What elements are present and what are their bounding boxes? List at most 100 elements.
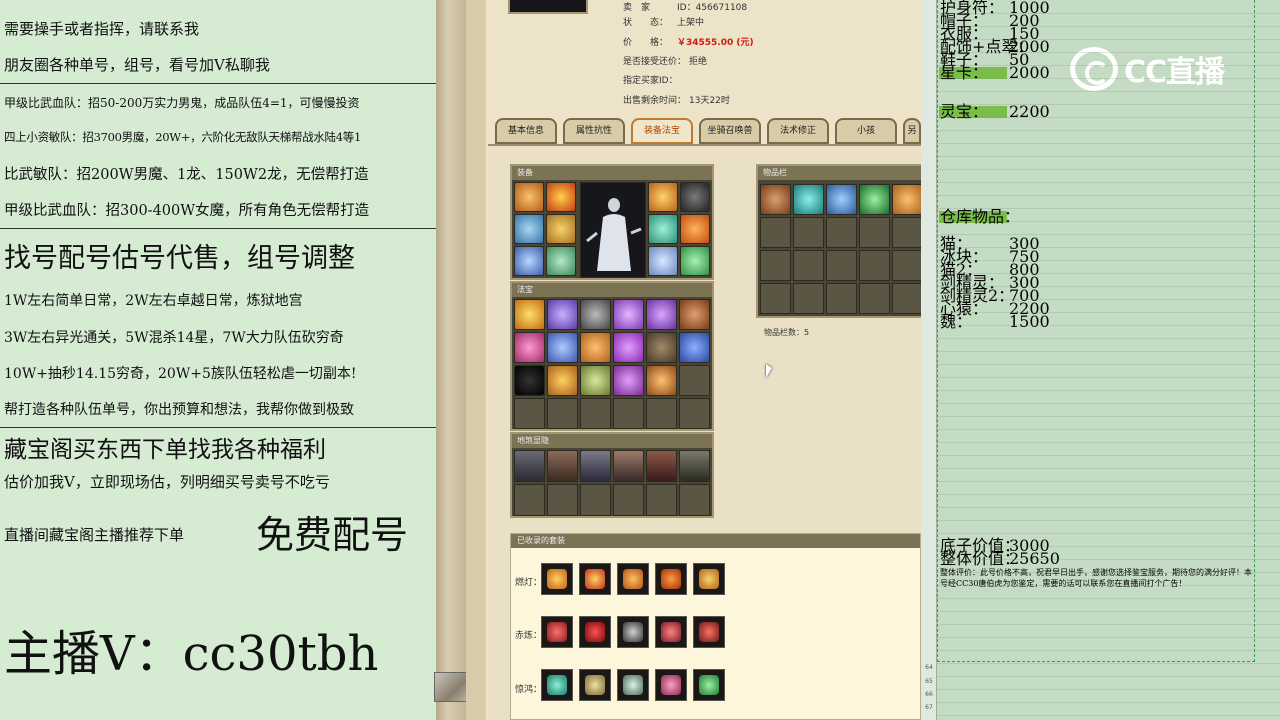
inventory-slot-empty[interactable] <box>793 250 824 281</box>
suit-item[interactable] <box>617 616 649 648</box>
equip-slot[interactable] <box>680 214 710 244</box>
fabao-slot-empty[interactable] <box>646 398 677 429</box>
suit-items <box>541 669 725 701</box>
panel-title: 已收录的套装 <box>511 534 920 548</box>
inventory-slot[interactable] <box>892 184 923 215</box>
suit-item[interactable] <box>579 563 611 595</box>
inventory-slot-empty[interactable] <box>826 217 857 248</box>
card-slot[interactable] <box>547 450 578 482</box>
sheet-gridline <box>937 676 1280 677</box>
fabao-slot[interactable] <box>679 299 710 330</box>
suit-item[interactable] <box>693 616 725 648</box>
row-number: 64 <box>925 664 933 671</box>
fabao-slot[interactable] <box>646 299 677 330</box>
suit-items <box>541 616 725 648</box>
fabao-slot[interactable] <box>613 299 644 330</box>
card-slot-empty[interactable] <box>547 484 578 516</box>
card-slot[interactable] <box>514 450 545 482</box>
inventory-slot-empty[interactable] <box>892 217 923 248</box>
equip-slot[interactable] <box>514 214 544 244</box>
card-slot-empty[interactable] <box>646 484 677 516</box>
inventory-slot-empty[interactable] <box>760 283 791 314</box>
fabao-slot[interactable] <box>514 365 545 396</box>
equip-slot[interactable] <box>514 182 544 212</box>
inventory-slot-empty[interactable] <box>826 283 857 314</box>
equip-slot[interactable] <box>680 182 710 212</box>
equip-slot[interactable] <box>514 246 544 276</box>
inventory-slot-empty[interactable] <box>859 250 890 281</box>
fabao-slot[interactable] <box>580 299 611 330</box>
fabao-slot-empty[interactable] <box>514 398 545 429</box>
suit-item[interactable] <box>693 669 725 701</box>
inventory-slot[interactable] <box>793 184 824 215</box>
card-slot[interactable] <box>679 450 710 482</box>
fabao-slot[interactable] <box>679 332 710 363</box>
sheet-gridline <box>937 325 1280 326</box>
inventory-slot[interactable] <box>760 184 791 215</box>
tab-mounts[interactable]: 坐骑召唤兽 <box>699 118 761 144</box>
inventory-slot-empty[interactable] <box>859 217 890 248</box>
suit-item[interactable] <box>617 669 649 701</box>
inventory-slot-empty[interactable] <box>892 250 923 281</box>
fabao-slot[interactable] <box>514 299 545 330</box>
card-slot-empty[interactable] <box>514 484 545 516</box>
suit-item[interactable] <box>617 563 649 595</box>
fabao-slot-empty[interactable] <box>679 365 710 396</box>
inventory-slot-empty[interactable] <box>859 283 890 314</box>
inventory-slot-empty[interactable] <box>826 250 857 281</box>
fabao-slot[interactable] <box>547 365 578 396</box>
equip-slot[interactable] <box>680 246 710 276</box>
fabao-slot-empty[interactable] <box>580 398 611 429</box>
tab-basic-info[interactable]: 基本信息 <box>495 118 557 144</box>
tab-attributes[interactable]: 属性抗性 <box>563 118 625 144</box>
suit-item[interactable] <box>655 563 687 595</box>
equipment-right-slots <box>648 182 710 276</box>
fabao-slot[interactable] <box>580 365 611 396</box>
fabao-slot[interactable] <box>547 299 578 330</box>
fabao-slot[interactable] <box>580 332 611 363</box>
inventory-slot[interactable] <box>826 184 857 215</box>
fabao-slot[interactable] <box>646 332 677 363</box>
card-slot[interactable] <box>613 450 644 482</box>
card-slot-empty[interactable] <box>580 484 611 516</box>
tab-child[interactable]: 小孩 <box>835 118 897 144</box>
suit-item[interactable] <box>579 669 611 701</box>
inventory-slot-empty[interactable] <box>793 217 824 248</box>
sheet-gridline <box>937 559 1280 560</box>
suit-item[interactable] <box>693 563 725 595</box>
suit-item[interactable] <box>655 669 687 701</box>
equip-slot[interactable] <box>546 214 576 244</box>
fabao-slot[interactable] <box>613 365 644 396</box>
card-slot-empty[interactable] <box>613 484 644 516</box>
card-slot[interactable] <box>646 450 677 482</box>
inventory-slot[interactable] <box>859 184 890 215</box>
tab-equipment[interactable]: 装备法宝 <box>631 118 693 144</box>
equip-slot[interactable] <box>546 246 576 276</box>
suit-item[interactable] <box>541 563 573 595</box>
equip-slot[interactable] <box>546 182 576 212</box>
inventory-slot-empty[interactable] <box>760 217 791 248</box>
fabao-slot-empty[interactable] <box>547 398 578 429</box>
fabao-slot[interactable] <box>646 365 677 396</box>
suit-item[interactable] <box>655 616 687 648</box>
inventory-slot-empty[interactable] <box>793 283 824 314</box>
inventory-slot-empty[interactable] <box>892 283 923 314</box>
fabao-slot[interactable] <box>613 332 644 363</box>
screen: { "overlay": { "lines": [ "需要操手或者指挥，请联系我… <box>0 0 1280 720</box>
fabao-slot-empty[interactable] <box>679 398 710 429</box>
equip-slot[interactable] <box>648 246 678 276</box>
fabao-slot-empty[interactable] <box>613 398 644 429</box>
card-slot-empty[interactable] <box>679 484 710 516</box>
fabao-slot[interactable] <box>514 332 545 363</box>
card-slot[interactable] <box>580 450 611 482</box>
inventory-slot-empty[interactable] <box>760 250 791 281</box>
game-sidebar <box>466 0 486 720</box>
tab-spells[interactable]: 法术修正 <box>767 118 829 144</box>
tab-more[interactable]: 另 <box>903 118 921 144</box>
equip-slot[interactable] <box>648 214 678 244</box>
suit-item[interactable] <box>541 669 573 701</box>
fabao-slot[interactable] <box>547 332 578 363</box>
suit-item[interactable] <box>579 616 611 648</box>
equip-slot[interactable] <box>648 182 678 212</box>
suit-item[interactable] <box>541 616 573 648</box>
